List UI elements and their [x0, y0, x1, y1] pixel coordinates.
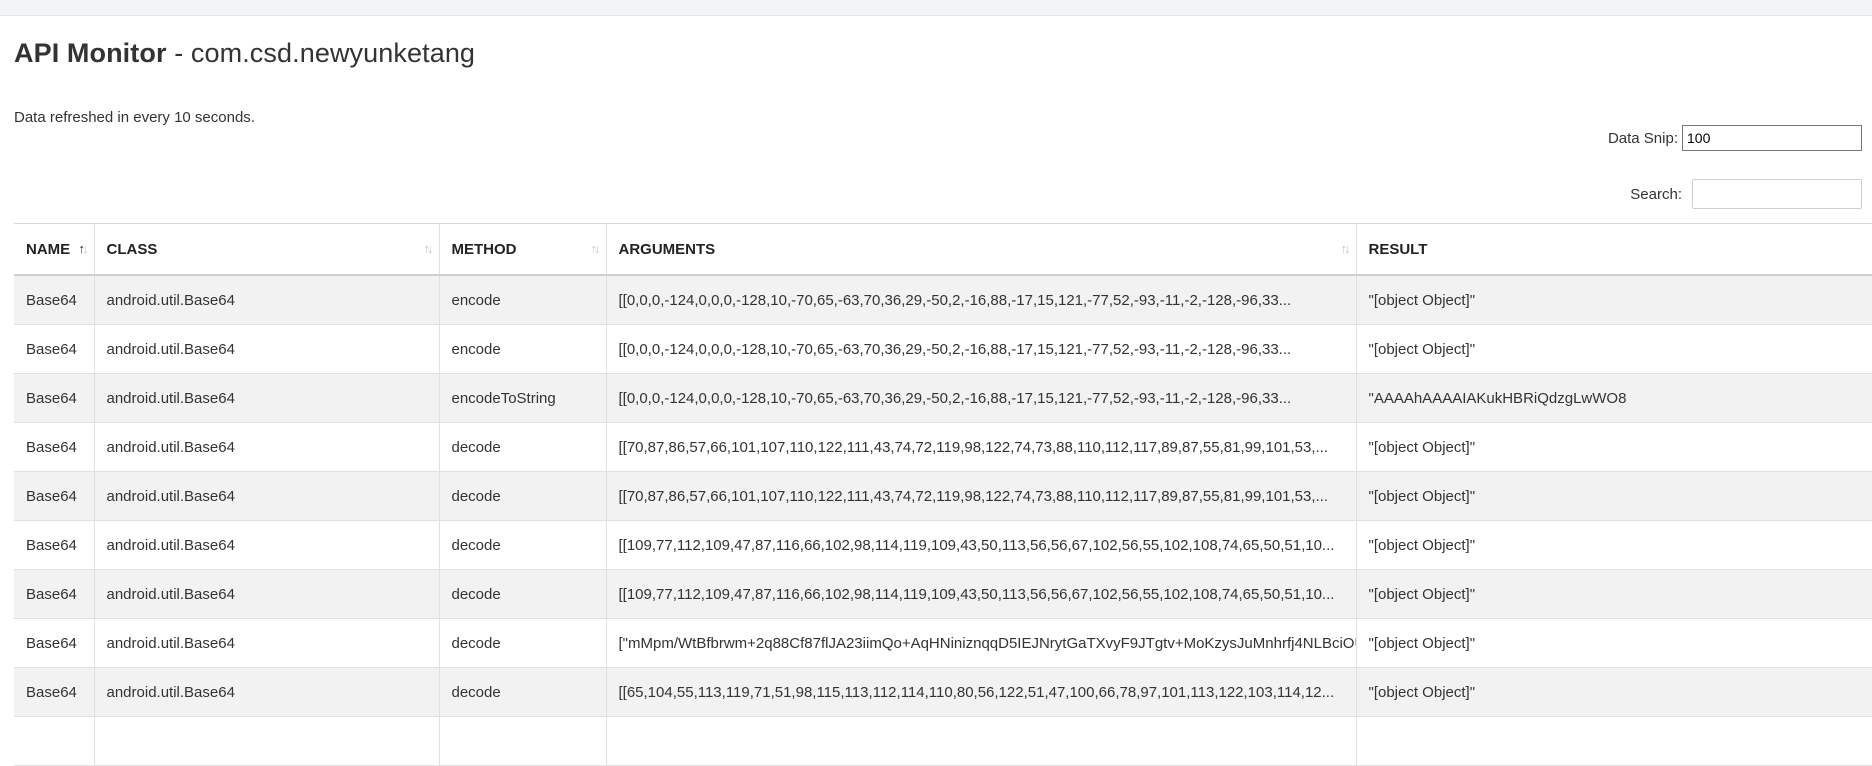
cell-arguments: ["mMpm/WtBfbrwm+2q88Cf87flJA23iimQo+AqHN…	[606, 618, 1357, 668]
page-content: API Monitor - com.csd.newyunketang Data …	[0, 16, 1872, 209]
table-row[interactable]: Base64 android.util.Base64 decode ["mMpm…	[14, 618, 1872, 668]
cell-result: "[object Object]"	[1356, 569, 1872, 619]
cell-result: "[object Object]"	[1356, 275, 1872, 325]
column-header-name[interactable]: NAME ↑↓	[14, 224, 95, 276]
cell-class: android.util.Base64	[94, 422, 440, 472]
cell-class: android.util.Base64	[94, 520, 440, 570]
table-row[interactable]: Base64 android.util.Base64 decode [[109,…	[14, 569, 1872, 619]
cell-name: Base64	[14, 422, 95, 472]
table-row[interactable]: Base64 android.util.Base64 decode [[70,8…	[14, 471, 1872, 521]
column-label-name: NAME	[26, 240, 71, 258]
cell-class: android.util.Base64	[94, 618, 440, 668]
cell-method: encode	[439, 324, 607, 374]
sort-icon[interactable]: ↑↓	[591, 241, 601, 256]
cell-result: "[object Object]"	[1356, 422, 1872, 472]
cell-name: Base64	[14, 471, 95, 521]
cell-result: "[object Object]"	[1356, 667, 1872, 717]
search-control: Search:	[1630, 179, 1862, 209]
cell-arguments	[606, 716, 1357, 766]
cell-arguments: [[0,0,0,-124,0,0,0,-128,10,-70,65,-63,70…	[606, 324, 1357, 374]
sort-icon[interactable]: ↑↓	[1341, 241, 1351, 256]
table-row[interactable]: Base64 android.util.Base64 decode [[109,…	[14, 520, 1872, 570]
cell-method	[439, 716, 607, 766]
cell-arguments: [[109,77,112,109,47,87,116,66,102,98,114…	[606, 520, 1357, 570]
cell-result: "AAAAhAAAAIAKukHBRiQdzgLwWO8	[1356, 373, 1872, 423]
data-snip-control: Data Snip:	[1608, 125, 1862, 151]
table-row[interactable]: Base64 android.util.Base64 encode [[0,0,…	[14, 324, 1872, 374]
cell-result: "[object Object]"	[1356, 471, 1872, 521]
cell-class: android.util.Base64	[94, 324, 440, 374]
cell-result: "[object Object]"	[1356, 618, 1872, 668]
column-label-arguments: ARGUMENTS	[618, 240, 716, 258]
cell-class: android.util.Base64	[94, 275, 440, 325]
data-snip-label: Data Snip:	[1607, 129, 1678, 147]
sort-icon[interactable]: ↑↓	[424, 241, 434, 256]
title-separator: -	[166, 38, 191, 68]
cell-name: Base64	[14, 618, 95, 668]
cell-arguments: [[0,0,0,-124,0,0,0,-128,10,-70,65,-63,70…	[606, 373, 1357, 423]
cell-method: encodeToString	[439, 373, 607, 423]
cell-result: "[object Object]"	[1356, 324, 1872, 374]
table-row[interactable]: Base64 android.util.Base64 encodeToStrin…	[14, 373, 1872, 423]
api-table-container: NAME ↑↓ CLASS ↑↓ METHOD ↑↓ ARGUMENTS ↑↓ …	[14, 223, 1872, 766]
search-input[interactable]	[1692, 179, 1862, 209]
cell-method: decode	[439, 667, 607, 717]
column-header-method[interactable]: METHOD ↑↓	[439, 224, 607, 276]
cell-class: android.util.Base64	[94, 667, 440, 717]
table-row[interactable]	[14, 716, 1872, 766]
cell-name	[14, 716, 95, 766]
api-call-table: NAME ↑↓ CLASS ↑↓ METHOD ↑↓ ARGUMENTS ↑↓ …	[14, 224, 1872, 766]
app-name: API Monitor	[14, 38, 167, 68]
cell-arguments: [[70,87,86,57,66,101,107,110,122,111,43,…	[606, 471, 1357, 521]
cell-arguments: [[65,104,55,113,119,71,51,98,115,113,112…	[606, 667, 1357, 717]
refresh-note: Data refreshed in every 10 seconds.	[14, 109, 255, 126]
column-label-class: CLASS	[106, 240, 158, 258]
table-row[interactable]: Base64 android.util.Base64 encode [[0,0,…	[14, 275, 1872, 325]
table-header-row: NAME ↑↓ CLASS ↑↓ METHOD ↑↓ ARGUMENTS ↑↓ …	[14, 224, 1872, 276]
cell-method: decode	[439, 618, 607, 668]
column-label-result: RESULT	[1368, 240, 1428, 258]
cell-name: Base64	[14, 373, 95, 423]
cell-arguments: [[0,0,0,-124,0,0,0,-128,10,-70,65,-63,70…	[606, 275, 1357, 325]
cell-class: android.util.Base64	[94, 569, 440, 619]
cell-name: Base64	[14, 324, 95, 374]
column-label-method: METHOD	[451, 240, 517, 258]
page-title: API Monitor - com.csd.newyunketang	[14, 16, 1858, 69]
cell-method: decode	[439, 569, 607, 619]
sort-ascending-icon[interactable]: ↑↓	[79, 241, 89, 256]
cell-name: Base64	[14, 569, 95, 619]
cell-class: android.util.Base64	[94, 471, 440, 521]
package-name: com.csd.newyunketang	[190, 38, 476, 68]
table-row[interactable]: Base64 android.util.Base64 decode [[70,8…	[14, 422, 1872, 472]
cell-arguments: [[109,77,112,109,47,87,116,66,102,98,114…	[606, 569, 1357, 619]
column-header-class[interactable]: CLASS ↑↓	[94, 224, 440, 276]
data-snip-input[interactable]	[1682, 125, 1862, 151]
cell-method: decode	[439, 471, 607, 521]
cell-result: "[object Object]"	[1356, 520, 1872, 570]
column-header-result[interactable]: RESULT	[1356, 224, 1872, 276]
top-bar	[0, 0, 1872, 16]
cell-class: android.util.Base64	[94, 373, 440, 423]
column-header-arguments[interactable]: ARGUMENTS ↑↓	[606, 224, 1357, 276]
search-label: Search:	[1630, 185, 1682, 203]
cell-name: Base64	[14, 667, 95, 717]
cell-method: decode	[439, 520, 607, 570]
cell-name: Base64	[14, 275, 95, 325]
table-row[interactable]: Base64 android.util.Base64 decode [[65,1…	[14, 667, 1872, 717]
cell-name: Base64	[14, 520, 95, 570]
cell-result	[1356, 716, 1872, 766]
cell-method: encode	[439, 275, 607, 325]
cell-arguments: [[70,87,86,57,66,101,107,110,122,111,43,…	[606, 422, 1357, 472]
cell-method: decode	[439, 422, 607, 472]
cell-class	[94, 716, 440, 766]
